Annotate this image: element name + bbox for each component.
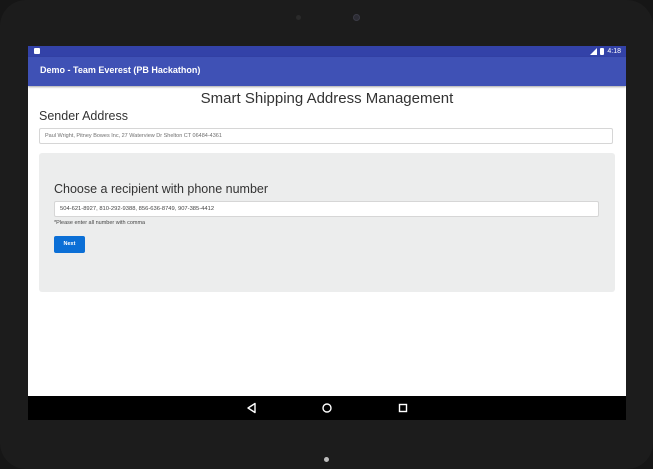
app-bar: Demo - Team Everest (PB Hackathon) [28, 57, 626, 86]
signal-icon [590, 48, 598, 55]
status-bar: 4:18 [28, 46, 626, 57]
next-button[interactable]: Next [54, 236, 85, 253]
tablet-frame: 4:18 Demo - Team Everest (PB Hackathon) … [0, 0, 653, 469]
app-title: Demo - Team Everest (PB Hackathon) [40, 65, 201, 75]
notification-icon [34, 48, 40, 54]
device-indicator-dot [324, 457, 329, 462]
recents-square-icon[interactable] [397, 402, 409, 414]
page-title: Smart Shipping Address Management [200, 90, 454, 107]
recipient-panel: Choose a recipient with phone number 504… [39, 153, 615, 292]
home-circle-icon[interactable] [321, 402, 333, 414]
battery-icon [600, 48, 605, 55]
status-time: 4:18 [607, 48, 621, 55]
status-indicators: 4:18 [590, 47, 621, 56]
camera-lens [353, 14, 360, 21]
recipient-label: Choose a recipient with phone number [54, 182, 269, 196]
phone-numbers-field[interactable]: 504-621-8927, 810-292-9388, 856-636-8749… [54, 201, 599, 217]
sender-address-field[interactable]: Paul Wright, Pitney Bowes Inc, 27 Waterv… [39, 128, 613, 144]
sender-address-label: Sender Address [39, 109, 128, 123]
system-nav-bar [28, 396, 626, 420]
phone-hint-text: *Please enter all number with comma [54, 220, 146, 226]
screen: 4:18 Demo - Team Everest (PB Hackathon) … [28, 46, 626, 420]
sensor-dot [296, 15, 301, 20]
back-triangle-icon[interactable] [246, 402, 258, 414]
